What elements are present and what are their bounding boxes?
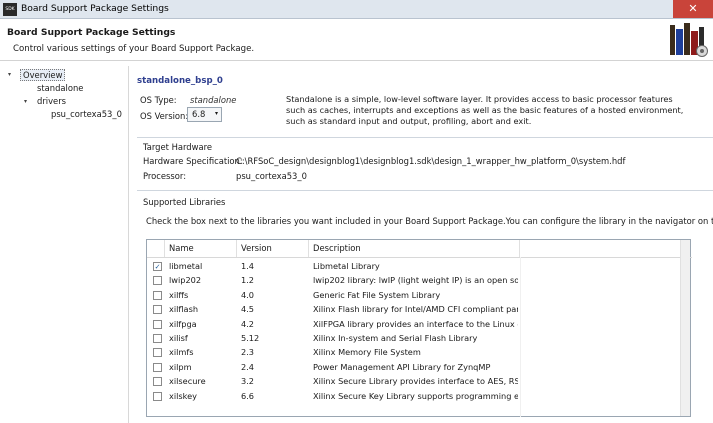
- library-checkbox[interactable]: [153, 290, 162, 300]
- section-divider: [137, 137, 713, 138]
- pane-divider[interactable]: [128, 66, 129, 423]
- table-row[interactable]: xilsecure 3.2 Xilinx Secure Library provid…: [147, 374, 690, 388]
- table-row[interactable]: xilisf 5.12 Xilinx In-system and Serial Fl…: [147, 331, 690, 345]
- collapse-arrow-icon[interactable]: ▾: [8, 71, 11, 78]
- table-scrollbar[interactable]: [680, 240, 690, 416]
- dialog-title: Board Support Package Settings: [7, 27, 176, 38]
- library-name-cell: xilsecure: [169, 376, 206, 387]
- table-row[interactable]: xilskey 6.6 Xilinx Secure Key Library supp…: [147, 389, 690, 403]
- library-name-cell: xilmfs: [169, 347, 194, 358]
- os-version-value: 6.8: [192, 109, 206, 119]
- window-title: Board Support Package Settings: [21, 3, 169, 14]
- library-description-cell: Xilinx Secure Library provides interface…: [313, 376, 518, 387]
- hardware-spec-label: Hardware Specification:: [143, 156, 243, 166]
- library-name-cell: xilflash: [169, 304, 199, 315]
- library-name-cell: lwip202: [169, 275, 202, 286]
- tree-item-overview[interactable]: Overview: [20, 69, 66, 81]
- library-checkbox[interactable]: [153, 276, 162, 286]
- library-description-cell: lwip202 library: lwIP (light weight IP) …: [313, 275, 518, 286]
- processor-label: Processor:: [143, 171, 187, 181]
- library-checkbox[interactable]: [153, 377, 162, 387]
- table-row[interactable]: xilfpga 4.2 XilFPGA library provides an in…: [147, 317, 690, 331]
- library-name-cell: xilskey: [169, 390, 197, 401]
- supported-libraries-heading: Supported Libraries: [143, 197, 226, 207]
- library-description-cell: Xilinx In-system and Serial Flash Librar…: [313, 333, 478, 343]
- library-version-cell: 2.3: [241, 347, 255, 358]
- library-checkbox[interactable]: [153, 362, 162, 372]
- library-version-cell: 6.6: [241, 390, 255, 401]
- library-name-cell: xilisf: [169, 333, 188, 343]
- library-version-cell: 4.0: [241, 289, 255, 300]
- header-divider: [147, 257, 692, 258]
- dialog-header: Board Support Package Settings Control v…: [0, 19, 713, 61]
- bsp-name: standalone_bsp_0: [137, 76, 223, 86]
- os-version-label: OS Version:: [140, 111, 189, 121]
- library-description-cell: Generic Fat File System Library: [313, 289, 441, 300]
- library-checkbox[interactable]: ✓: [153, 262, 162, 271]
- tree-item-drivers[interactable]: drivers: [37, 96, 66, 106]
- library-version-cell: 5.12: [241, 333, 260, 343]
- close-button[interactable]: ✕: [673, 0, 713, 18]
- library-checkbox[interactable]: [153, 334, 162, 343]
- section-divider: [137, 190, 713, 191]
- os-description: Standalone is a simple, low-level softwa…: [286, 94, 684, 127]
- libraries-table: Name Version Description ✓ libmetal 1.4 Lib…: [146, 239, 692, 417]
- hardware-spec-value: C:\RFSoC_design\designblog1\designblog1.…: [236, 156, 626, 166]
- library-checkbox[interactable]: [153, 391, 162, 401]
- library-name-cell: xilffs: [169, 289, 189, 300]
- library-version-cell: 1.2: [241, 275, 255, 286]
- processor-value: psu_cortexa53_0: [236, 171, 307, 181]
- library-description-cell: Xilinx Memory File System: [313, 347, 421, 358]
- library-version-cell: 1.4: [241, 261, 255, 271]
- table-row[interactable]: xilflash 4.5 Xilinx Flash library for Inte…: [147, 302, 690, 316]
- library-checkbox[interactable]: [153, 348, 162, 358]
- library-name-cell: xilpm: [169, 361, 192, 372]
- library-name-cell: xilfpga: [169, 318, 197, 329]
- library-description-cell: Libmetal Library: [313, 261, 380, 271]
- library-checkbox[interactable]: [153, 305, 162, 315]
- library-name-cell: libmetal: [169, 261, 203, 271]
- navigation-tree: ▾ Overview standalone ▾ drivers psu_cort…: [4, 66, 124, 423]
- table-row[interactable]: lwip202 1.2 lwip202 library: lwIP (light w…: [147, 273, 690, 287]
- library-description-cell: Xilinx Flash library for Intel/AMD CFI c…: [313, 304, 518, 315]
- library-checkbox[interactable]: [153, 319, 162, 329]
- column-header-version[interactable]: Version: [237, 240, 309, 257]
- table-row[interactable]: ✓ libmetal 1.4 Libmetal Library: [147, 259, 690, 273]
- sdk-app-icon: SDK: [3, 3, 17, 16]
- table-row[interactable]: xilmfs 2.3 Xilinx Memory File System: [147, 345, 690, 359]
- close-icon: ✕: [688, 2, 698, 15]
- library-version-cell: 3.2: [241, 376, 255, 387]
- window-titlebar: SDK Board Support Package Settings ✕: [0, 0, 713, 19]
- library-version-cell: 4.2: [241, 318, 255, 329]
- library-version-cell: 4.5: [241, 304, 255, 315]
- library-description-cell: XilFPGA library provides an interface to…: [313, 318, 518, 329]
- os-version-select[interactable]: 6.8 ▾: [187, 107, 222, 122]
- tree-item-psu-cortexa53[interactable]: psu_cortexa53_0: [51, 109, 122, 119]
- os-type-label: OS Type:: [140, 95, 177, 105]
- collapse-arrow-icon[interactable]: ▾: [24, 98, 27, 105]
- os-type-value: standalone: [190, 95, 237, 105]
- column-header-description[interactable]: Description: [309, 240, 520, 257]
- library-version-cell: 2.4: [241, 361, 255, 372]
- dialog-description: Control various settings of your Board S…: [13, 44, 255, 54]
- library-books-icon: [670, 23, 708, 57]
- library-description-cell: Xilinx Secure Key Library supports progr…: [313, 390, 518, 401]
- table-row[interactable]: xilffs 4.0 Generic Fat File System Library: [147, 288, 690, 302]
- column-header-name[interactable]: Name: [165, 240, 237, 257]
- libraries-instruction: Check the box next to the libraries you …: [146, 216, 713, 226]
- target-hardware-heading: Target Hardware: [143, 142, 213, 152]
- table-row[interactable]: xilpm 2.4 Power Management API Library for…: [147, 360, 690, 374]
- checkbox-column-header: [147, 240, 165, 257]
- tree-item-standalone[interactable]: standalone: [37, 83, 83, 93]
- chevron-down-icon: ▾: [214, 110, 218, 117]
- overview-panel: standalone_bsp_0 OS Type: standalone OS …: [130, 61, 713, 423]
- library-description-cell: Power Management API Library for ZynqMP: [313, 361, 491, 372]
